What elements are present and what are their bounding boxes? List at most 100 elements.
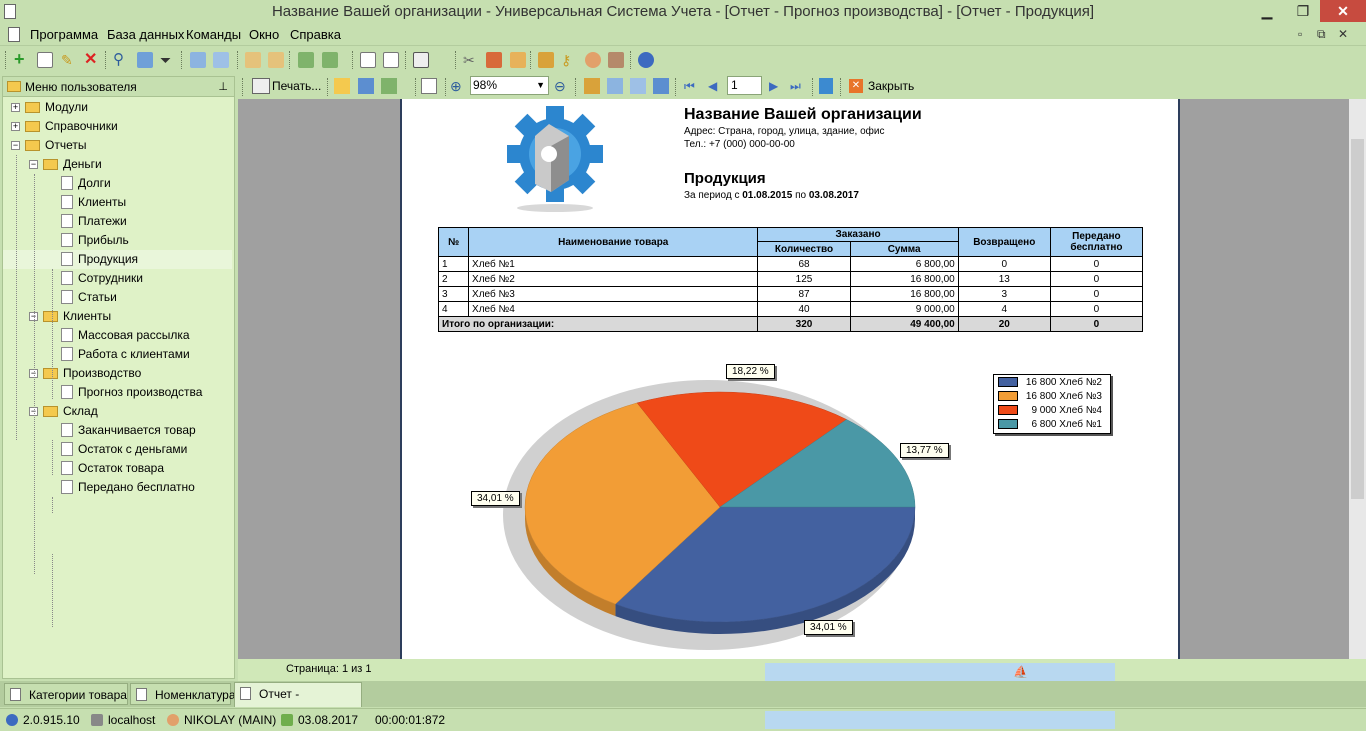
edit-icon[interactable]: ✎ — [61, 52, 77, 68]
scroll-thumb[interactable] — [1351, 139, 1364, 499]
tree-item[interactable]: − Деньги — [3, 155, 232, 174]
tree-connector — [52, 440, 53, 475]
lock-icon[interactable] — [538, 52, 554, 68]
user-menu-header: Меню пользователя ⊥ — [3, 77, 234, 97]
tree-item[interactable]: Платежи — [3, 212, 232, 231]
tools-icon[interactable]: ✂ — [463, 52, 479, 68]
delete-icon[interactable]: ✕ — [84, 52, 100, 68]
menu-window[interactable]: Окно — [249, 27, 279, 42]
export-icon[interactable] — [298, 52, 314, 68]
tree-connector — [52, 269, 53, 399]
users-icon[interactable] — [585, 52, 601, 68]
tab-nomenclature[interactable]: Номенклатура — [130, 683, 236, 705]
tree-item[interactable]: Статьи — [3, 288, 232, 307]
notes-icon[interactable] — [510, 52, 526, 68]
printer-icon[interactable] — [252, 78, 270, 94]
mdi-doc-icon[interactable] — [8, 27, 20, 42]
export-menu-icon[interactable] — [322, 52, 338, 68]
tree-item[interactable]: Сотрудники — [3, 269, 232, 288]
tab-categories[interactable]: Категории товара — [4, 683, 128, 705]
info-icon[interactable] — [638, 52, 654, 68]
pie-percent-label: 13,77 % — [900, 443, 949, 458]
tree-item[interactable]: Прогноз производства — [3, 383, 232, 402]
last-page-icon[interactable]: ⏭ — [790, 78, 801, 94]
preview-icon[interactable] — [421, 78, 437, 94]
key-icon[interactable]: ⚷ — [561, 52, 577, 68]
prev-page-icon[interactable]: ◀ — [708, 78, 717, 94]
mdi-minimize-button[interactable]: ▫ — [1298, 27, 1302, 41]
tree-item[interactable]: Остаток товара — [3, 459, 232, 478]
close-window-button[interactable]: ✕ — [1320, 0, 1366, 22]
document-icon — [61, 233, 73, 247]
menu-database[interactable]: База данных — [107, 27, 184, 42]
tree-item[interactable]: Клиенты — [3, 193, 232, 212]
move-up-icon[interactable] — [190, 52, 206, 68]
page-number-input[interactable]: 1 — [727, 76, 762, 95]
first-page-icon[interactable]: ⏮ — [684, 78, 695, 94]
minimize-button[interactable]: ▁ — [1250, 0, 1284, 22]
zoom-out-icon[interactable]: ⊖ — [554, 78, 570, 94]
next-page-icon[interactable]: ▶ — [769, 78, 778, 94]
report-table-body: 1 Хлеб №1 68 6 800,00 0 0 2 Хлеб №2 125 16 800,00… — [437, 256, 1144, 332]
collapse-icon[interactable]: − — [29, 160, 38, 169]
toolbar-grip — [5, 51, 6, 69]
tree-item[interactable]: − Отчеты — [3, 136, 232, 155]
open-icon[interactable] — [334, 78, 350, 94]
tasks-icon[interactable] — [608, 52, 624, 68]
edit-report-icon[interactable] — [653, 78, 669, 94]
close-report-button[interactable]: Закрыть — [868, 78, 914, 94]
vertical-scrollbar[interactable] — [1349, 99, 1366, 659]
folder-icon — [43, 159, 58, 170]
tree-item[interactable]: − Клиенты — [3, 307, 232, 326]
page-setup-icon[interactable] — [630, 78, 646, 94]
menu-commands[interactable]: Команды — [186, 27, 241, 42]
tree-item[interactable]: Работа с клиентами — [3, 345, 232, 364]
table-row: 4 Хлеб №4 40 9 000,00 4 0 — [437, 301, 1144, 317]
outline-icon[interactable] — [584, 78, 600, 94]
tab-report-products[interactable]: Отчет - Продукция — [234, 682, 362, 723]
tree-item[interactable]: + Справочники — [3, 117, 232, 136]
tree-item-label: Склад — [63, 404, 98, 418]
export-report-icon[interactable] — [381, 78, 397, 94]
tree-item[interactable]: − Склад — [3, 402, 232, 421]
search-icon[interactable]: ⚲ — [113, 52, 129, 68]
close-report-icon[interactable]: ✕ — [849, 79, 863, 93]
tree-item[interactable]: Продукция — [3, 250, 232, 269]
mdi-restore-button[interactable]: ⧉ — [1317, 27, 1326, 42]
exit-icon[interactable] — [413, 52, 429, 68]
pin-icon[interactable]: ⊥ — [218, 77, 228, 97]
add-icon[interactable]: + — [14, 50, 30, 68]
comment-icon[interactable] — [213, 52, 229, 68]
print-button[interactable]: Печать... — [272, 78, 321, 94]
zoom-select[interactable]: 98% ▼ — [470, 76, 549, 95]
maximize-button[interactable]: ❐ — [1286, 0, 1320, 22]
logo-gear-icon — [507, 106, 603, 212]
zoom-in-icon[interactable]: ⊕ — [450, 78, 466, 94]
tree-item[interactable]: Заканчивается товар — [3, 421, 232, 440]
refresh-icon[interactable] — [137, 52, 153, 68]
save-icon[interactable] — [358, 78, 374, 94]
version-text: 2.0.915.10 — [23, 713, 80, 727]
expand-icon[interactable]: + — [11, 103, 20, 112]
thumbnails-icon[interactable] — [607, 78, 623, 94]
expand-icon[interactable]: + — [11, 122, 20, 131]
tree-item[interactable]: − Производство — [3, 364, 232, 383]
new-window-icon[interactable] — [360, 52, 376, 68]
mdi-close-button[interactable]: ✕ — [1338, 27, 1348, 41]
tree-item[interactable]: Массовая рассылка — [3, 326, 232, 345]
refresh-report-icon[interactable] — [819, 78, 833, 94]
collapse-icon[interactable]: − — [11, 141, 20, 150]
tree-down-icon[interactable] — [268, 52, 284, 68]
tree-item[interactable]: Долги — [3, 174, 232, 193]
settings-icon[interactable] — [486, 52, 502, 68]
tree-up-icon[interactable] — [245, 52, 261, 68]
menu-help[interactable]: Справка — [290, 27, 341, 42]
tree-item[interactable]: + Модули — [3, 98, 232, 117]
filter-icon[interactable]: ⏷ — [160, 52, 176, 68]
window-icon[interactable] — [383, 52, 399, 68]
copy-icon[interactable] — [37, 52, 53, 68]
tree-item[interactable]: Прибыль — [3, 231, 232, 250]
tree-item[interactable]: Передано бесплатно — [3, 478, 232, 497]
tree-item[interactable]: Остаток с деньгами — [3, 440, 232, 459]
menu-program[interactable]: Программа — [30, 27, 98, 42]
